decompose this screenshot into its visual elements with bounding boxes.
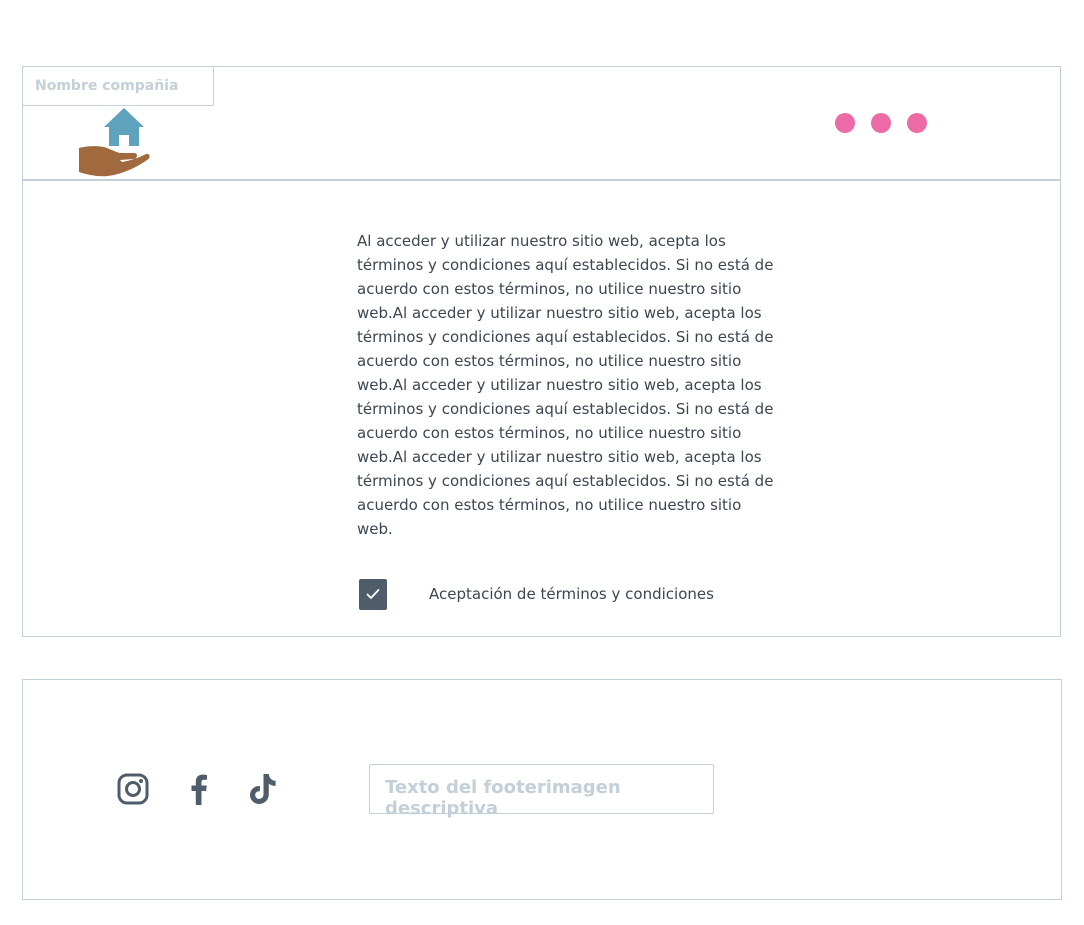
company-name-field[interactable]: Nombre compañia [22, 66, 214, 106]
company-name-placeholder: Nombre compañia [35, 78, 179, 94]
instagram-icon[interactable] [116, 772, 150, 806]
footer-text-field[interactable]: Texto del footerimagen descriptiva [369, 764, 714, 819]
facebook-icon[interactable] [182, 772, 216, 806]
footer-text-placeholder: Texto del footerimagen descriptiva [385, 777, 621, 819]
terms-checkbox-label[interactable]: Aceptación de términos y condiciones [429, 585, 714, 603]
menu-dot [871, 113, 891, 133]
three-dots-menu-icon[interactable] [835, 113, 929, 133]
menu-dot [835, 113, 855, 133]
tiktok-icon[interactable] [246, 772, 280, 806]
menu-dot [907, 113, 927, 133]
checkmark-icon [366, 589, 380, 599]
house-in-hand-icon[interactable] [76, 106, 152, 180]
terms-text: Al acceder y utilizar nuestro sitio web,… [357, 232, 774, 538]
terms-checkbox[interactable] [359, 579, 387, 610]
